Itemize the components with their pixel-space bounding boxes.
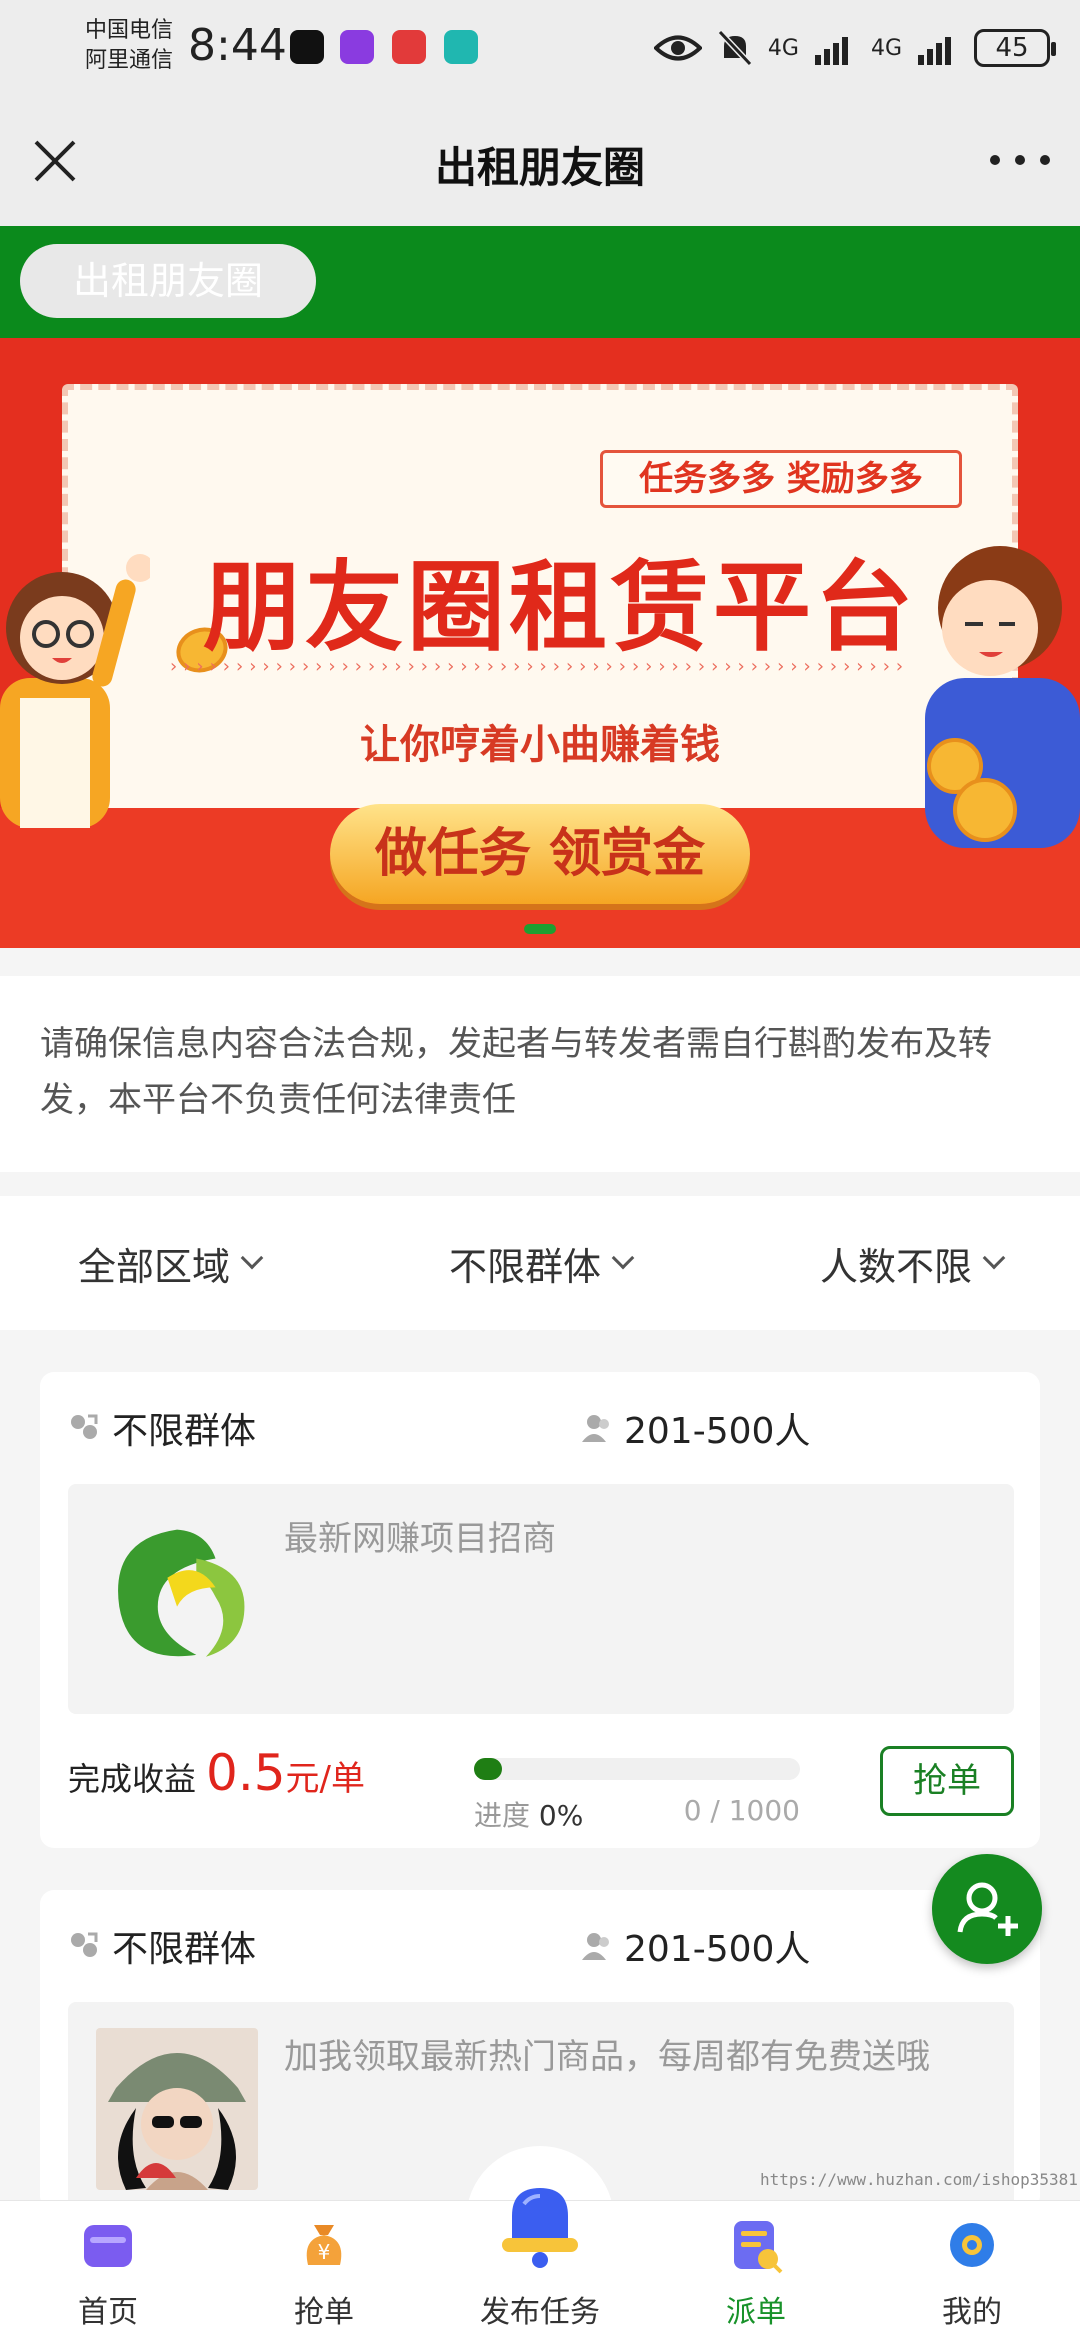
filter-region[interactable]: 全部区域 (78, 1236, 264, 1291)
network-label-1: 4G (767, 35, 799, 61)
carrier-line2: 阿里通信 (85, 48, 174, 73)
battery-indicator: 45 (974, 29, 1056, 67)
order-icon (734, 2221, 783, 2274)
progress-percent: 0% (538, 1799, 584, 1832)
group-info: 不限群体 (68, 1402, 256, 1454)
filter-people[interactable]: 人数不限 (819, 1236, 1006, 1291)
tab-dispatch[interactable]: 派单 (648, 2201, 864, 2340)
chevron-down-icon (611, 1246, 635, 1270)
banner-cta-button[interactable]: 做任务 领赏金 (330, 804, 750, 904)
chevron-down-icon (240, 1246, 264, 1270)
brand-logo-thumbnail (118, 1529, 245, 1657)
status-bar: 中国电信 阿里通信 8:44 4G 4G 45 (0, 0, 1080, 100)
promo-banner[interactable]: 任务多多 奖励多多 朋友圈租赁平台 ››››››››››››››››››››››… (0, 338, 1080, 948)
progress-bar (474, 1758, 800, 1780)
grab-order-button[interactable]: 抢单 (880, 1746, 1014, 1816)
girl-character-illustration (0, 554, 150, 828)
progress-meta: 进度 0% 0 / 1000 (474, 1794, 800, 1834)
tab-grab[interactable]: ¥ 抢单 (216, 2201, 432, 2340)
earnings: 完成收益 0.5 元/单 (68, 1744, 365, 1802)
filter-label: 不限群体 (448, 1244, 601, 1289)
filter-group[interactable]: 不限群体 (448, 1236, 635, 1291)
url-watermark: https://www.huzhan.com/ishop35381 (760, 2170, 1078, 2189)
task-content-text: 加我领取最新热门商品，每周都有免费送哦 (284, 2037, 930, 2077)
banner-title: 朋友圈租赁平台 (202, 551, 917, 665)
task-content-text: 最新网赚项目招商 (284, 1519, 556, 1559)
page-title: 出租朋友圈 (434, 143, 645, 192)
tab-label: 抢单 (294, 2295, 354, 2330)
disclaimer-notice: 请确保信息内容合法合规，发起者与转发者需自行斟酌发布及转发，本平台不负责任何法律… (0, 976, 1080, 1172)
network-label-2: 4G (870, 35, 902, 61)
tiktok-icon (290, 30, 324, 64)
group-label: 不限群体 (112, 1929, 257, 1970)
money-bag-icon: ¥ (306, 2225, 342, 2265)
user-photo-thumbnail (96, 2028, 258, 2190)
earn-label: 完成收益 (68, 1760, 197, 1798)
banner-subtitle: 让你哼着小曲赚着钱 (360, 722, 720, 768)
boy-character-illustration (925, 546, 1080, 848)
home-icon (84, 2225, 132, 2267)
carousel-indicator (524, 924, 556, 934)
app-icon-red (392, 30, 426, 64)
app-icon-teal (444, 30, 478, 64)
card-header: 不限群体 201-500人 (68, 1920, 1008, 1970)
tab-label: 首页 (78, 2295, 138, 2330)
filter-label: 全部区域 (78, 1244, 231, 1289)
app-icon-purple (340, 30, 374, 64)
banner-tag: 任务多多 奖励多多 (600, 450, 962, 508)
people-label: 201-500人 (624, 1929, 811, 1970)
header-pill[interactable]: 出租朋友圈 (20, 244, 316, 318)
group-label: 不限群体 (112, 1411, 257, 1452)
card-header: 不限群体 201-500人 (68, 1402, 1008, 1452)
status-icons: 4G 4G 45 (653, 26, 1056, 70)
carrier-line1: 中国电信 (85, 18, 174, 43)
group-info: 不限群体 (68, 1920, 256, 1972)
tab-label: 发布任务 (480, 2295, 600, 2330)
people-info: 201-500人 (580, 1402, 810, 1454)
group-icon (71, 1414, 98, 1439)
people-label: 201-500人 (624, 1411, 811, 1452)
signal-icon-2 (918, 37, 951, 65)
group-icon (71, 1932, 98, 1957)
people-icon (582, 1415, 609, 1442)
signal-icon (814, 37, 848, 65)
people-icon (582, 1933, 609, 1960)
add-user-icon (957, 1882, 1018, 1936)
earn-unit: 元/单 (285, 1759, 366, 1799)
settings-icon (950, 2223, 994, 2267)
tab-label: 派单 (726, 2295, 786, 2330)
chevron-down-icon (982, 1246, 1006, 1270)
header-strip: 出租朋友圈 (0, 226, 1080, 338)
more-icon[interactable] (990, 140, 1050, 180)
arrow-divider: ››››››››››››››››››››››››››››››››››››››››… (170, 656, 910, 676)
progress-fill (474, 1758, 502, 1780)
task-card[interactable]: 不限群体 201-500人 最新网赚项目招商 完成收益 0.5 元/单 进度 0… (40, 1372, 1040, 1848)
task-content[interactable]: 最新网赚项目招商 (68, 1484, 1014, 1714)
carrier-info: 中国电信 阿里通信 (85, 16, 173, 76)
tab-home[interactable]: 首页 (0, 2201, 216, 2340)
progress-label: 进度 (474, 1799, 531, 1832)
status-time: 8:44 (188, 20, 287, 71)
battery-level: 45 (995, 33, 1029, 63)
add-friend-button[interactable] (932, 1854, 1042, 1964)
eye-icon (653, 35, 702, 61)
earn-value: 0.5 (206, 1744, 286, 1802)
mute-icon (717, 30, 752, 66)
tab-mine[interactable]: 我的 (864, 2201, 1080, 2340)
people-info: 201-500人 (580, 1920, 810, 1972)
filter-label: 人数不限 (819, 1244, 972, 1289)
tab-label: 我的 (942, 2295, 1002, 2330)
filter-bar: 全部区域 不限群体 人数不限 (0, 1196, 1080, 1330)
nav-bar: 出租朋友圈 (0, 100, 1080, 226)
progress-count: 0 / 1000 (683, 1794, 800, 1827)
bell-icon[interactable] (490, 2174, 590, 2274)
svg-text:¥: ¥ (318, 2240, 331, 2264)
